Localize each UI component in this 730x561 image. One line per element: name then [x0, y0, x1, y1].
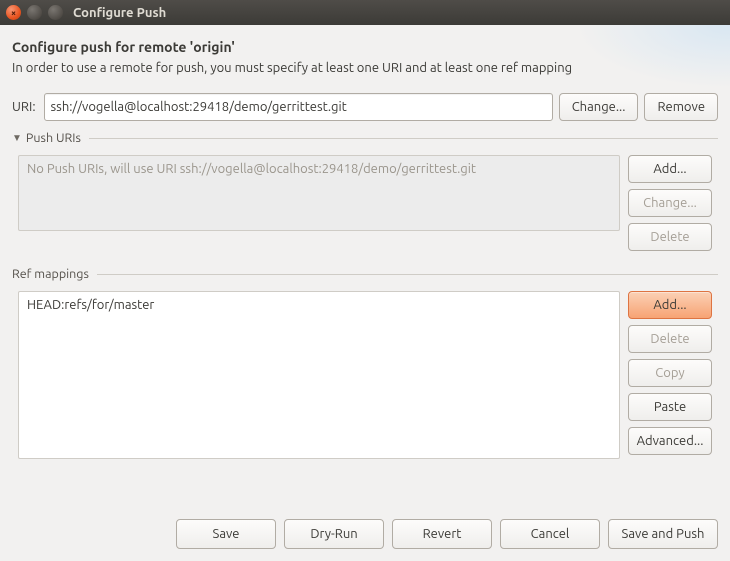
add-push-uri-button[interactable]: Add... — [628, 155, 712, 183]
close-icon[interactable]: × — [6, 5, 21, 20]
add-ref-mapping-button[interactable]: Add... — [628, 291, 712, 319]
uri-input[interactable] — [44, 93, 553, 121]
push-uris-list[interactable]: No Push URIs, will use URI ssh://vogella… — [18, 155, 620, 231]
uri-label: URI: — [12, 100, 36, 114]
divider — [89, 138, 718, 139]
copy-ref-mapping-button: Copy — [628, 359, 712, 387]
push-uris-placeholder: No Push URIs, will use URI ssh://vogella… — [27, 162, 476, 176]
delete-push-uri-button: Delete — [628, 223, 712, 251]
chevron-down-icon: ▼ — [12, 132, 22, 144]
advanced-ref-mapping-button[interactable]: Advanced... — [628, 427, 712, 455]
uri-row: URI: Change... Remove — [12, 93, 718, 121]
save-and-push-button[interactable]: Save and Push — [608, 519, 718, 549]
change-push-uri-button: Change... — [628, 189, 712, 217]
ref-mappings-header: Ref mappings — [12, 267, 718, 281]
push-uris-header[interactable]: ▼ Push URIs — [12, 131, 718, 145]
change-uri-button[interactable]: Change... — [559, 93, 639, 121]
dry-run-button[interactable]: Dry-Run — [284, 519, 384, 549]
push-uris-title: Push URIs — [26, 131, 81, 145]
window-button-icon[interactable] — [48, 5, 63, 20]
delete-ref-mapping-button: Delete — [628, 325, 712, 353]
window-title: Configure Push — [73, 6, 166, 20]
ref-mappings-title: Ref mappings — [12, 267, 89, 281]
title-bar: × Configure Push — [0, 0, 730, 25]
remove-uri-button[interactable]: Remove — [644, 93, 718, 121]
window-controls: × — [6, 5, 63, 20]
ref-mappings-list[interactable]: HEAD:refs/for/master — [18, 291, 620, 459]
cancel-button[interactable]: Cancel — [500, 519, 600, 549]
revert-button[interactable]: Revert — [392, 519, 492, 549]
dialog-footer: Save Dry-Run Revert Cancel Save and Push — [12, 511, 718, 553]
page-title: Configure push for remote 'origin' — [12, 39, 718, 55]
ref-mappings-group: Ref mappings HEAD:refs/for/master Add...… — [12, 267, 718, 465]
push-uris-group: ▼ Push URIs No Push URIs, will use URI s… — [12, 131, 718, 257]
divider — [97, 274, 718, 275]
list-item[interactable]: HEAD:refs/for/master — [27, 298, 611, 312]
save-button[interactable]: Save — [176, 519, 276, 549]
paste-ref-mapping-button[interactable]: Paste — [628, 393, 712, 421]
page-subtitle: In order to use a remote for push, you m… — [12, 61, 718, 75]
minimize-icon[interactable] — [27, 5, 42, 20]
